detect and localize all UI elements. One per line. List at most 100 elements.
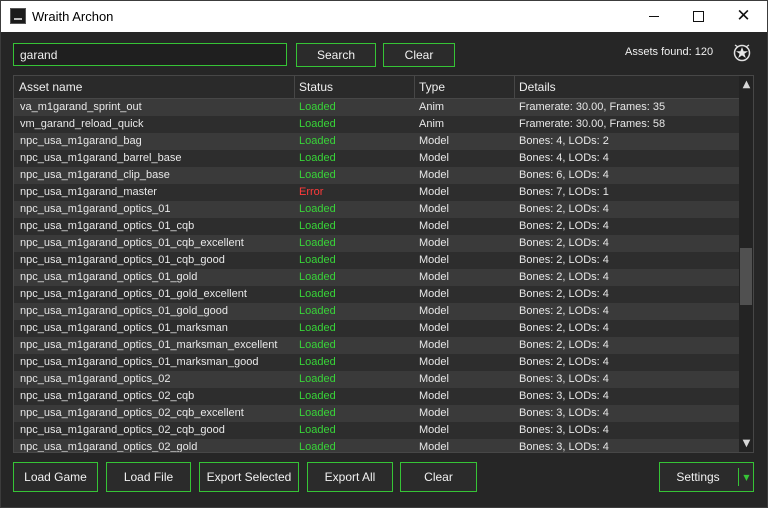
status-cell: Loaded bbox=[299, 373, 336, 385]
status-cell: Loaded bbox=[299, 101, 336, 113]
table-row[interactable]: npc_usa_m1garand_optics_01 Loaded Model Bon… bbox=[14, 201, 739, 218]
export-selected-button[interactable]: Export Selected bbox=[199, 462, 299, 492]
asset-name-cell: npc_usa_m1garand_optics_01_marksman_exce… bbox=[20, 339, 278, 351]
details-cell: Bones: 2, LODs: 4 bbox=[519, 288, 609, 300]
table-row[interactable]: npc_usa_m1garand_optics_02_cqb_excellent… bbox=[14, 405, 739, 422]
asset-name-cell: npc_usa_m1garand_optics_01_gold bbox=[20, 271, 198, 283]
status-cell: Loaded bbox=[299, 390, 336, 402]
column-header-asset-name[interactable]: Asset name bbox=[14, 76, 295, 98]
maximize-icon bbox=[693, 11, 704, 22]
asset-name-cell: npc_usa_m1garand_barrel_base bbox=[20, 152, 182, 164]
asset-name-cell: npc_usa_m1garand_optics_01 bbox=[20, 203, 171, 215]
type-cell: Model bbox=[419, 135, 449, 147]
details-cell: Bones: 2, LODs: 4 bbox=[519, 271, 609, 283]
type-cell: Model bbox=[419, 220, 449, 232]
table-row[interactable]: npc_usa_m1garand_optics_01_marksman_good… bbox=[14, 354, 739, 371]
minimize-button[interactable] bbox=[631, 1, 676, 32]
chevron-down-icon[interactable]: ▼ bbox=[739, 436, 753, 451]
settings-divider bbox=[738, 468, 739, 486]
asset-name-cell: npc_usa_m1garand_optics_02_cqb_excellent bbox=[20, 407, 244, 419]
details-cell: Bones: 2, LODs: 4 bbox=[519, 339, 609, 351]
table-row[interactable]: npc_usa_m1garand_optics_01_gold_excellen… bbox=[14, 286, 739, 303]
table-row[interactable]: npc_usa_m1garand_optics_01_gold Loaded Mod… bbox=[14, 269, 739, 286]
details-cell: Bones: 2, LODs: 4 bbox=[519, 237, 609, 249]
table-row[interactable]: va_m1garand_sprint_out Loaded Anim Framerat… bbox=[14, 99, 739, 116]
status-cell: Loaded bbox=[299, 271, 336, 283]
type-cell: Model bbox=[419, 271, 449, 283]
type-cell: Model bbox=[419, 339, 449, 351]
minimize-icon bbox=[648, 16, 659, 17]
details-cell: Bones: 3, LODs: 4 bbox=[519, 424, 609, 436]
search-input[interactable] bbox=[13, 43, 287, 66]
close-icon: ✕ bbox=[736, 6, 751, 26]
settings-label: Settings bbox=[676, 470, 720, 484]
status-cell: Loaded bbox=[299, 135, 336, 147]
table-row[interactable]: npc_usa_m1garand_optics_01_marksman_exce… bbox=[14, 337, 739, 354]
clear-search-button[interactable]: Clear bbox=[383, 43, 455, 67]
type-cell: Model bbox=[419, 288, 449, 300]
type-cell: Model bbox=[419, 186, 449, 198]
table-row[interactable]: npc_usa_m1garand_clip_base Loaded Model Bon… bbox=[14, 167, 739, 184]
details-cell: Framerate: 30.00, Frames: 58 bbox=[519, 118, 666, 130]
table-row[interactable]: npc_usa_m1garand_optics_01_cqb Loaded Mode… bbox=[14, 218, 739, 235]
type-cell: Model bbox=[419, 169, 449, 181]
table-row[interactable]: npc_usa_m1garand_optics_01_cqb_good Loade… bbox=[14, 252, 739, 269]
asset-table[interactable]: Asset name Status Type Details va_m1gara… bbox=[13, 75, 754, 453]
assets-found-count: Assets found: 120 bbox=[625, 46, 714, 58]
close-button[interactable]: ✕ bbox=[721, 1, 766, 32]
search-button[interactable]: Search bbox=[296, 43, 376, 67]
main-window: Wraith Archon ✕ Search Clear Assets foun… bbox=[0, 0, 768, 508]
type-cell: Anim bbox=[419, 101, 445, 113]
table-row[interactable]: npc_usa_m1garand_optics_02_cqb Loaded Mode… bbox=[14, 388, 739, 405]
details-cell: Bones: 2, LODs: 4 bbox=[519, 356, 609, 368]
chevron-up-icon[interactable]: ▲ bbox=[739, 77, 753, 92]
table-row[interactable]: vm_garand_reload_quick Loaded Anim Framerat… bbox=[14, 116, 739, 133]
table-body: va_m1garand_sprint_out Loaded Anim Framerat… bbox=[14, 99, 739, 453]
table-row[interactable]: npc_usa_m1garand_barrel_base Loaded Model B… bbox=[14, 150, 739, 167]
chevron-down-icon[interactable]: ▼ bbox=[740, 463, 753, 491]
scrollbar-thumb[interactable] bbox=[740, 248, 752, 305]
table-row[interactable]: npc_usa_m1garand_bag Loaded Model Bones: 4,… bbox=[14, 133, 739, 150]
status-cell: Loaded bbox=[299, 220, 336, 232]
vertical-scrollbar[interactable]: ▲ ▼ bbox=[739, 76, 753, 452]
details-cell: Bones: 2, LODs: 4 bbox=[519, 220, 609, 232]
settings-button[interactable]: Settings ▼ bbox=[659, 462, 754, 492]
type-cell: Model bbox=[419, 390, 449, 402]
details-cell: Bones: 2, LODs: 4 bbox=[519, 254, 609, 266]
table-row[interactable]: npc_usa_m1garand_optics_01_cqb_excellent… bbox=[14, 235, 739, 252]
column-header-type[interactable]: Type bbox=[415, 76, 515, 98]
table-row[interactable]: npc_usa_m1garand_optics_01_gold_good Load… bbox=[14, 303, 739, 320]
details-cell: Bones: 2, LODs: 4 bbox=[519, 322, 609, 334]
status-cell: Loaded bbox=[299, 152, 336, 164]
details-cell: Bones: 3, LODs: 4 bbox=[519, 373, 609, 385]
details-cell: Bones: 4, LODs: 2 bbox=[519, 135, 609, 147]
details-cell: Bones: 2, LODs: 4 bbox=[519, 305, 609, 317]
load-file-button[interactable]: Load File bbox=[106, 462, 191, 492]
table-row[interactable]: npc_usa_m1garand_optics_02_cqb_good Loade… bbox=[14, 422, 739, 439]
export-all-button[interactable]: Export All bbox=[307, 462, 393, 492]
asset-name-cell: npc_usa_m1garand_master bbox=[20, 186, 157, 198]
table-row[interactable]: npc_usa_m1garand_master Error Model Bones: … bbox=[14, 184, 739, 201]
title-bar[interactable]: Wraith Archon ✕ bbox=[1, 1, 767, 32]
type-cell: Model bbox=[419, 441, 449, 453]
window-title: Wraith Archon bbox=[32, 9, 114, 24]
table-row[interactable]: npc_usa_m1garand_optics_02_gold Loaded Mod… bbox=[14, 439, 739, 453]
asset-name-cell: npc_usa_m1garand_optics_02 bbox=[20, 373, 171, 385]
column-header-details[interactable]: Details bbox=[515, 76, 739, 98]
maximize-button[interactable] bbox=[676, 1, 721, 32]
table-row[interactable]: npc_usa_m1garand_optics_02 Loaded Model Bon… bbox=[14, 371, 739, 388]
type-cell: Anim bbox=[419, 118, 445, 130]
asset-name-cell: npc_usa_m1garand_optics_01_cqb_excellent bbox=[20, 237, 244, 249]
clear-button[interactable]: Clear bbox=[400, 462, 477, 492]
asset-name-cell: npc_usa_m1garand_optics_01_cqb bbox=[20, 220, 195, 232]
load-game-button[interactable]: Load Game bbox=[13, 462, 98, 492]
asset-name-cell: npc_usa_m1garand_optics_01_gold_excellen… bbox=[20, 288, 247, 300]
column-header-status[interactable]: Status bbox=[295, 76, 415, 98]
asset-name-cell: npc_usa_m1garand_optics_02_cqb bbox=[20, 390, 195, 402]
status-cell: Error bbox=[299, 186, 324, 198]
type-cell: Model bbox=[419, 254, 449, 266]
status-cell: Loaded bbox=[299, 118, 336, 130]
table-row[interactable]: npc_usa_m1garand_optics_01_marksman Loade… bbox=[14, 320, 739, 337]
asset-name-cell: npc_usa_m1garand_bag bbox=[20, 135, 142, 147]
status-cell: Loaded bbox=[299, 169, 336, 181]
